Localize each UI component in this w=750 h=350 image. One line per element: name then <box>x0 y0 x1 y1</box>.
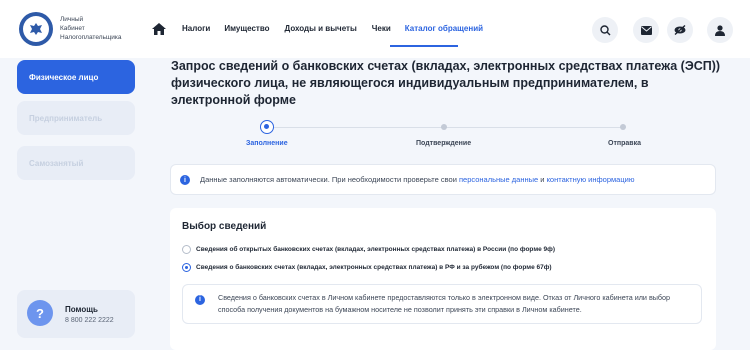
eye-off-icon <box>674 25 686 35</box>
nav-income[interactable]: Доходы и вычеты <box>285 24 357 33</box>
nav-taxes[interactable]: Налоги <box>182 24 210 33</box>
info-text-and: и <box>540 175 545 184</box>
step-label-filling: Заполнение <box>246 140 288 147</box>
step-dot <box>441 124 447 130</box>
personal-data-link[interactable]: персональные данные <box>459 175 538 184</box>
notice-text: Сведения о банковских счетах в Личном ка… <box>218 293 671 314</box>
info-icon: i <box>195 295 205 305</box>
option-label: Сведения об открытых банковских счетах (… <box>196 246 556 253</box>
eagle-emblem-icon <box>23 16 49 42</box>
sidebar-item-individual[interactable]: Физическое лицо <box>17 60 135 94</box>
option-label: Сведения о банковских счетах (вкладах, э… <box>196 264 552 271</box>
brand-title: Личный Кабинет Налогоплательщика <box>60 15 121 42</box>
step-label-confirmation: Подтверждение <box>416 140 472 147</box>
active-nav-indicator <box>390 45 458 47</box>
nav-property[interactable]: Имущество <box>224 24 269 33</box>
radio-button-checked[interactable] <box>182 263 191 272</box>
main-nav: Налоги Имущество Доходы и вычеты Чеки Ка… <box>182 24 483 33</box>
info-icon: i <box>180 175 190 185</box>
electronic-only-notice: i Сведения о банковских счетах в Личном … <box>182 284 702 324</box>
profile-button[interactable] <box>707 17 733 43</box>
sidebar-item-self-employed[interactable]: Самозанятый <box>17 146 135 180</box>
autofill-info-bar: i Данные заполняются автоматически. При … <box>170 164 716 195</box>
nav-receipts[interactable]: Чеки <box>372 24 391 33</box>
sidebar-item-entrepreneur[interactable]: Предприниматель <box>17 101 135 135</box>
nav-catalog[interactable]: Каталог обращений <box>405 24 483 33</box>
selection-card: Выбор сведений Сведения об открытых банк… <box>170 208 716 350</box>
step-dot <box>620 124 626 130</box>
brand-line: Налогоплательщика <box>60 34 122 41</box>
user-icon <box>715 24 725 36</box>
help-phone: 8 800 222 2222 <box>65 317 114 324</box>
help-widget[interactable]: ? Помощь 8 800 222 2222 <box>17 290 135 338</box>
question-icon: ? <box>27 300 53 326</box>
contact-info-link[interactable]: контактную информацию <box>547 175 635 184</box>
brand-line: Личный <box>60 16 84 23</box>
fns-logo[interactable] <box>19 12 53 46</box>
option-form-9f[interactable]: Сведения об открытых банковских счетах (… <box>182 245 555 254</box>
search-icon <box>599 24 610 35</box>
brand-line: Кабинет <box>60 25 85 32</box>
messages-button[interactable] <box>633 17 659 43</box>
home-icon[interactable] <box>152 23 166 35</box>
help-title: Помощь <box>65 305 98 314</box>
option-form-67f[interactable]: Сведения о банковских счетах (вкладах, э… <box>182 263 552 272</box>
mail-icon <box>640 25 652 35</box>
visually-impaired-button[interactable] <box>667 17 693 43</box>
radio-button[interactable] <box>182 245 191 254</box>
top-header: Личный Кабинет Налогоплательщика Налоги … <box>0 0 750 58</box>
search-button[interactable] <box>592 17 618 43</box>
step-label-sending: Отправка <box>608 140 641 147</box>
page-title: Запрос сведений о банковских счетах (вкл… <box>171 59 721 107</box>
info-text: Данные заполняются автоматически. При не… <box>200 175 457 184</box>
selection-title: Выбор сведений <box>182 221 267 232</box>
step-dot-active <box>260 120 274 134</box>
